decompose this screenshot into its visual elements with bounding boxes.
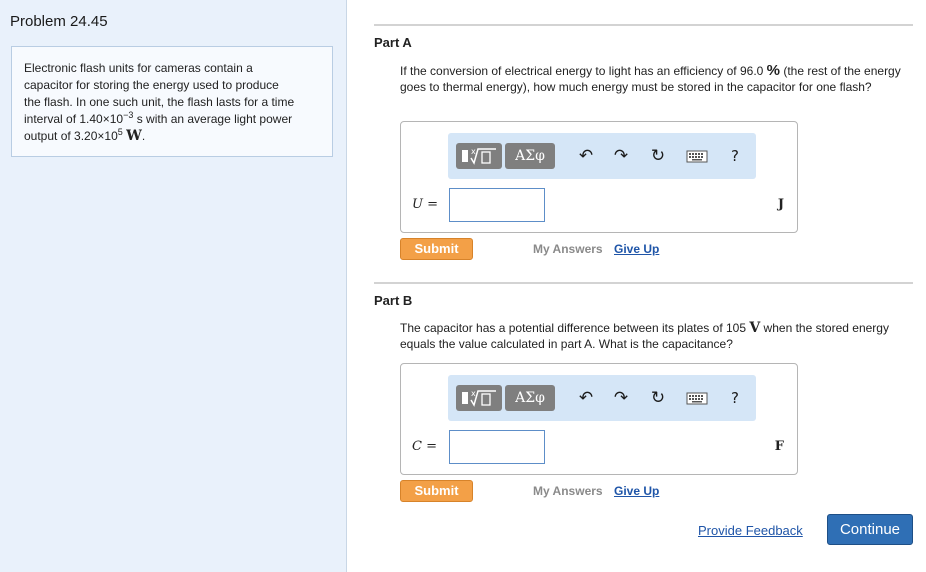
help-icon[interactable]: ?: [724, 145, 746, 167]
part-b-math-toolbar: x ΑΣφ ↶ ↷ ↻ ?: [448, 375, 756, 421]
continue-button[interactable]: Continue: [827, 514, 913, 545]
part-a-question: If the conversion of electrical energy t…: [400, 63, 908, 95]
part-b-unit-label: F: [774, 439, 784, 454]
reset-icon[interactable]: ↻: [647, 145, 669, 167]
reset-icon[interactable]: ↻: [647, 387, 669, 409]
problem-statement: Electronic flash units for cameras conta…: [11, 46, 333, 157]
part-a-answer-box: x ΑΣφ ↶ ↷ ↻ ? U = J: [400, 121, 798, 233]
sqrt-template-icon[interactable]: x: [456, 143, 502, 169]
part-b-my-answers-link[interactable]: My Answers: [533, 484, 603, 498]
redo-icon[interactable]: ↷: [610, 387, 632, 409]
percent-symbol: %: [766, 62, 780, 79]
greek-symbols-button[interactable]: ΑΣφ: [505, 385, 555, 411]
part-a-divider: [374, 24, 913, 26]
time-exponent: −3: [123, 110, 134, 120]
part-a-give-up-link[interactable]: Give Up: [614, 242, 659, 256]
power-unit: W: [126, 128, 142, 144]
problem-text-line: interval of 1.40×10−3 s with an average …: [24, 111, 320, 128]
help-icon[interactable]: ?: [724, 387, 746, 409]
redo-icon[interactable]: ↷: [610, 145, 632, 167]
problem-text-line: capacitor for storing the energy used to…: [24, 78, 279, 92]
part-a-math-toolbar: x ΑΣφ ↶ ↷ ↻ ?: [448, 133, 756, 179]
volt-symbol: V: [749, 320, 761, 336]
problem-pane: Problem 24.45 Electronic flash units for…: [0, 0, 347, 572]
part-a-variable-label: U =: [412, 197, 438, 212]
problem-title: Problem 24.45: [10, 13, 108, 30]
undo-icon[interactable]: ↶: [575, 145, 597, 167]
part-b-variable-label: C =: [412, 439, 437, 454]
part-b-answer-box: x ΑΣφ ↶ ↷ ↻ ? C = F: [400, 363, 798, 475]
part-a-answer-input[interactable]: [449, 188, 545, 222]
keyboard-icon[interactable]: [686, 145, 708, 167]
part-a-unit-label: J: [777, 197, 784, 212]
problem-text-fragment: with an average light power: [146, 112, 293, 126]
time-unit: s: [136, 112, 143, 126]
sqrt-template-icon[interactable]: x: [456, 385, 502, 411]
time-value: interval of 1.40×10: [24, 112, 124, 126]
part-a-question-text: If the conversion of electrical energy t…: [400, 64, 767, 78]
part-b-question-text: The capacitor has a potential difference…: [400, 321, 750, 335]
keyboard-icon[interactable]: [686, 387, 708, 409]
part-b-submit-button[interactable]: Submit: [400, 480, 473, 502]
part-b-divider: [374, 282, 913, 284]
power-value: output of 3.20×10: [24, 129, 118, 143]
provide-feedback-link[interactable]: Provide Feedback: [698, 523, 803, 538]
part-b-label: Part B: [374, 293, 413, 308]
part-b-give-up-link[interactable]: Give Up: [614, 484, 659, 498]
power-exponent: 5: [117, 127, 123, 137]
problem-text-line: Electronic flash units for cameras conta…: [24, 61, 253, 75]
part-a-label: Part A: [374, 35, 412, 50]
problem-text-line: output of 3.20×105 W.: [24, 128, 320, 145]
part-b-question: The capacitor has a potential difference…: [400, 320, 908, 352]
undo-icon[interactable]: ↶: [575, 387, 597, 409]
part-a-submit-button[interactable]: Submit: [400, 238, 473, 260]
problem-text-line: the flash. In one such unit, the flash l…: [24, 95, 295, 109]
svg-text:x: x: [471, 147, 476, 156]
greek-symbols-button[interactable]: ΑΣφ: [505, 143, 555, 169]
part-b-answer-input[interactable]: [449, 430, 545, 464]
part-a-my-answers-link[interactable]: My Answers: [533, 242, 603, 256]
problem-text-fragment: .: [141, 129, 146, 143]
svg-text:x: x: [471, 389, 476, 398]
